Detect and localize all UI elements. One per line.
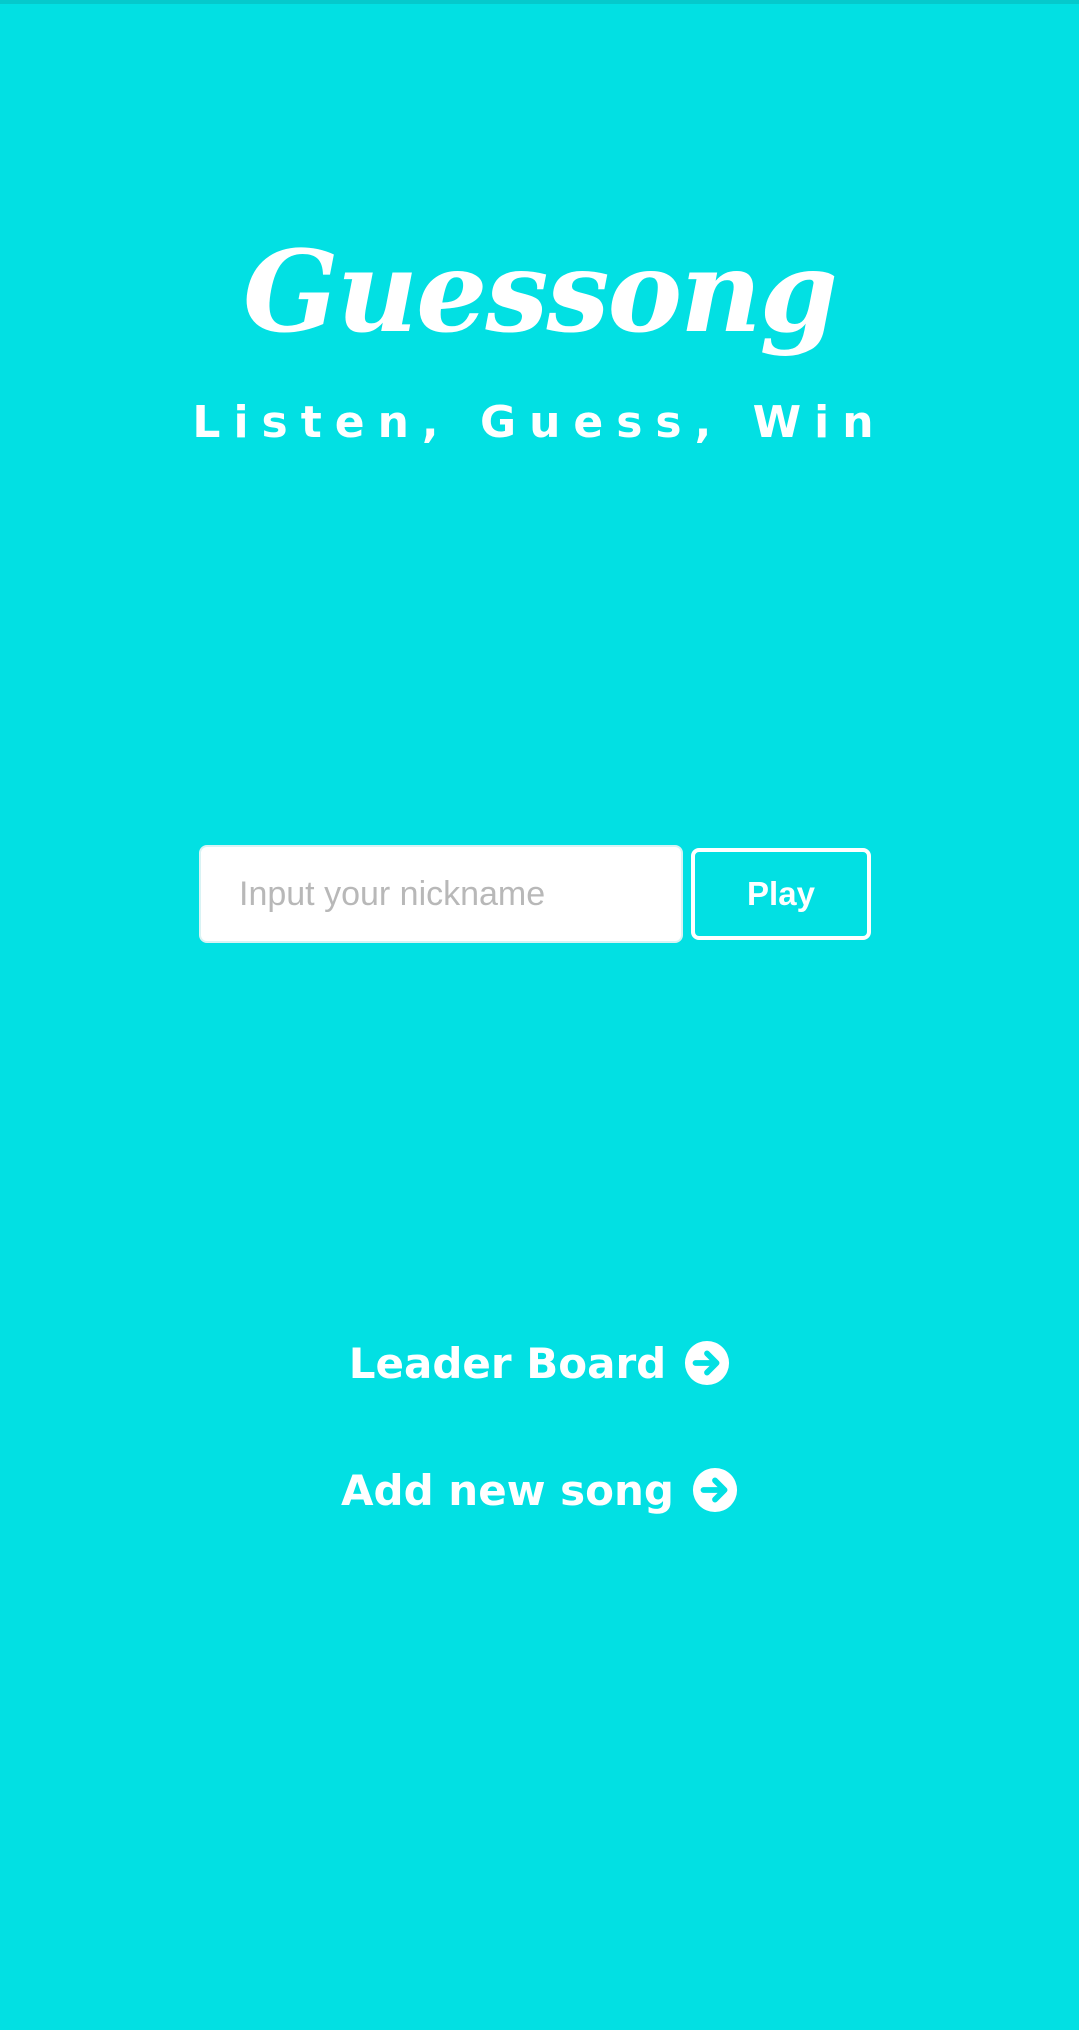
arrow-right-circle-icon	[692, 1467, 737, 1513]
leaderboard-link-label: Leader Board	[348, 1338, 667, 1388]
leaderboard-link[interactable]: Leader Board	[0, 1328, 1079, 1398]
nickname-input[interactable]	[199, 845, 683, 943]
top-edge	[0, 0, 1079, 4]
add-song-link[interactable]: Add new song	[0, 1455, 1079, 1525]
play-button[interactable]: Play	[691, 848, 871, 940]
add-song-link-label: Add new song	[341, 1465, 674, 1515]
app-tagline: Listen, Guess, Win	[192, 397, 887, 448]
arrow-right-circle-icon	[685, 1340, 730, 1386]
app-logo: Guessong	[243, 227, 838, 358]
